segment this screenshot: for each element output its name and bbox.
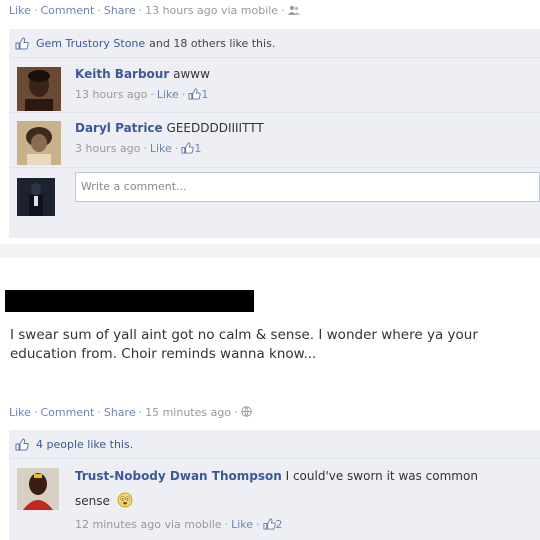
post-timestamp[interactable]: 13 hours ago via mobile bbox=[145, 4, 278, 17]
separator: · bbox=[138, 4, 143, 17]
comment-like-count[interactable]: 2 bbox=[276, 518, 283, 531]
comment-time[interactable]: 12 minutes ago via mobile bbox=[75, 518, 222, 531]
separator: · bbox=[138, 406, 143, 419]
thumbs-up-icon bbox=[15, 36, 29, 49]
comment-time[interactable]: 3 hours ago bbox=[75, 142, 140, 155]
comment-item: Daryl Patrice GEEDDDDIIIITTT 3 hours ago… bbox=[9, 113, 540, 168]
liker-name[interactable]: Gem Trustory Stone bbox=[36, 37, 145, 50]
avatar[interactable] bbox=[17, 468, 59, 510]
comment-body-continued: sense bbox=[75, 494, 110, 508]
comment-text: Daryl Patrice GEEDDDDIIIITTT bbox=[75, 121, 264, 135]
share-link[interactable]: Share bbox=[104, 4, 136, 17]
comment-text-line2: sense bbox=[75, 492, 133, 508]
separator: · bbox=[33, 406, 38, 419]
comment-item: Keith Barbour awww 13 hours ago · Like · 1 bbox=[9, 58, 540, 113]
post1-feedback: Gem Trustory Stone and 18 others like th… bbox=[9, 29, 540, 238]
post1-actions: Like · Comment · Share · 13 hours ago via mobi… bbox=[9, 4, 300, 17]
thumbs-up-icon[interactable] bbox=[181, 142, 194, 154]
comment-meta: 3 hours ago · Like · 1 bbox=[75, 142, 201, 155]
separator: · bbox=[150, 88, 154, 101]
comment-like-count[interactable]: 1 bbox=[194, 142, 201, 155]
people-icon bbox=[287, 6, 300, 15]
separator: · bbox=[234, 406, 238, 419]
comment-body: awww bbox=[173, 67, 210, 81]
emoji-icon bbox=[117, 492, 133, 508]
separator: · bbox=[97, 406, 101, 419]
post-timestamp[interactable]: 15 minutes ago bbox=[145, 406, 231, 419]
avatar bbox=[17, 178, 55, 216]
comment-like-link[interactable]: Like bbox=[150, 142, 172, 155]
comment-input[interactable]: Write a comment... bbox=[75, 172, 540, 202]
separator: · bbox=[224, 518, 229, 531]
comment-like-link[interactable]: Like bbox=[231, 518, 253, 531]
like-link[interactable]: Like bbox=[9, 4, 31, 17]
likes-rest: and 18 others like this. bbox=[149, 36, 276, 50]
comment-like-link[interactable]: Like bbox=[157, 88, 179, 101]
status-message: I swear sum of yall aint got no calm & s… bbox=[10, 327, 478, 362]
comment-item: Trust-Nobody Dwan Thompson I could've sw… bbox=[9, 459, 540, 540]
comment-author[interactable]: Daryl Patrice bbox=[75, 121, 163, 135]
share-link[interactable]: Share bbox=[104, 406, 136, 419]
thumbs-up-icon bbox=[15, 437, 29, 450]
thumbs-up-icon[interactable] bbox=[188, 88, 201, 100]
separator: · bbox=[181, 88, 186, 101]
separator: · bbox=[174, 142, 179, 155]
redacted-name-bar bbox=[5, 290, 254, 312]
write-comment-row: Write a comment... bbox=[9, 168, 540, 236]
separator: · bbox=[143, 142, 147, 155]
likes-summary: Gem Trustory Stone and 18 others like th… bbox=[9, 29, 540, 58]
like-link[interactable]: Like bbox=[9, 406, 31, 419]
separator: · bbox=[281, 4, 285, 17]
comment-author[interactable]: Keith Barbour bbox=[75, 67, 169, 81]
post-divider bbox=[0, 244, 540, 258]
likes-summary: 4 people like this. bbox=[9, 430, 540, 459]
avatar[interactable] bbox=[17, 121, 61, 165]
comment-author[interactable]: Trust-Nobody Dwan Thompson bbox=[75, 469, 282, 483]
comment-link[interactable]: Comment bbox=[40, 4, 94, 17]
post2-actions: Like · Comment · Share · 15 minutes ago · bbox=[9, 406, 252, 419]
comment-text: Trust-Nobody Dwan Thompson I could've sw… bbox=[75, 469, 478, 483]
comment-link[interactable]: Comment bbox=[40, 406, 94, 419]
separator: · bbox=[33, 4, 38, 17]
comment-body: I could've sworn it was common bbox=[285, 469, 478, 483]
comment-body: GEEDDDDIIIITTT bbox=[166, 121, 264, 135]
separator: · bbox=[256, 518, 260, 531]
comment-meta: 13 hours ago · Like · 1 bbox=[75, 88, 208, 101]
separator: · bbox=[97, 4, 101, 17]
globe-icon bbox=[240, 406, 252, 417]
comment-like-count[interactable]: 1 bbox=[201, 88, 208, 101]
likes-count-link[interactable]: 4 people like this. bbox=[36, 438, 133, 451]
comment-time[interactable]: 13 hours ago bbox=[75, 88, 147, 101]
thumbs-up-icon[interactable] bbox=[263, 518, 276, 530]
comment-text: Keith Barbour awww bbox=[75, 67, 210, 81]
avatar[interactable] bbox=[17, 67, 61, 111]
comment-meta: 12 minutes ago via mobile · Like · 2 bbox=[75, 518, 283, 531]
post2-feedback: 4 people like this. Trust-Nobody Dwan Th… bbox=[9, 430, 540, 540]
